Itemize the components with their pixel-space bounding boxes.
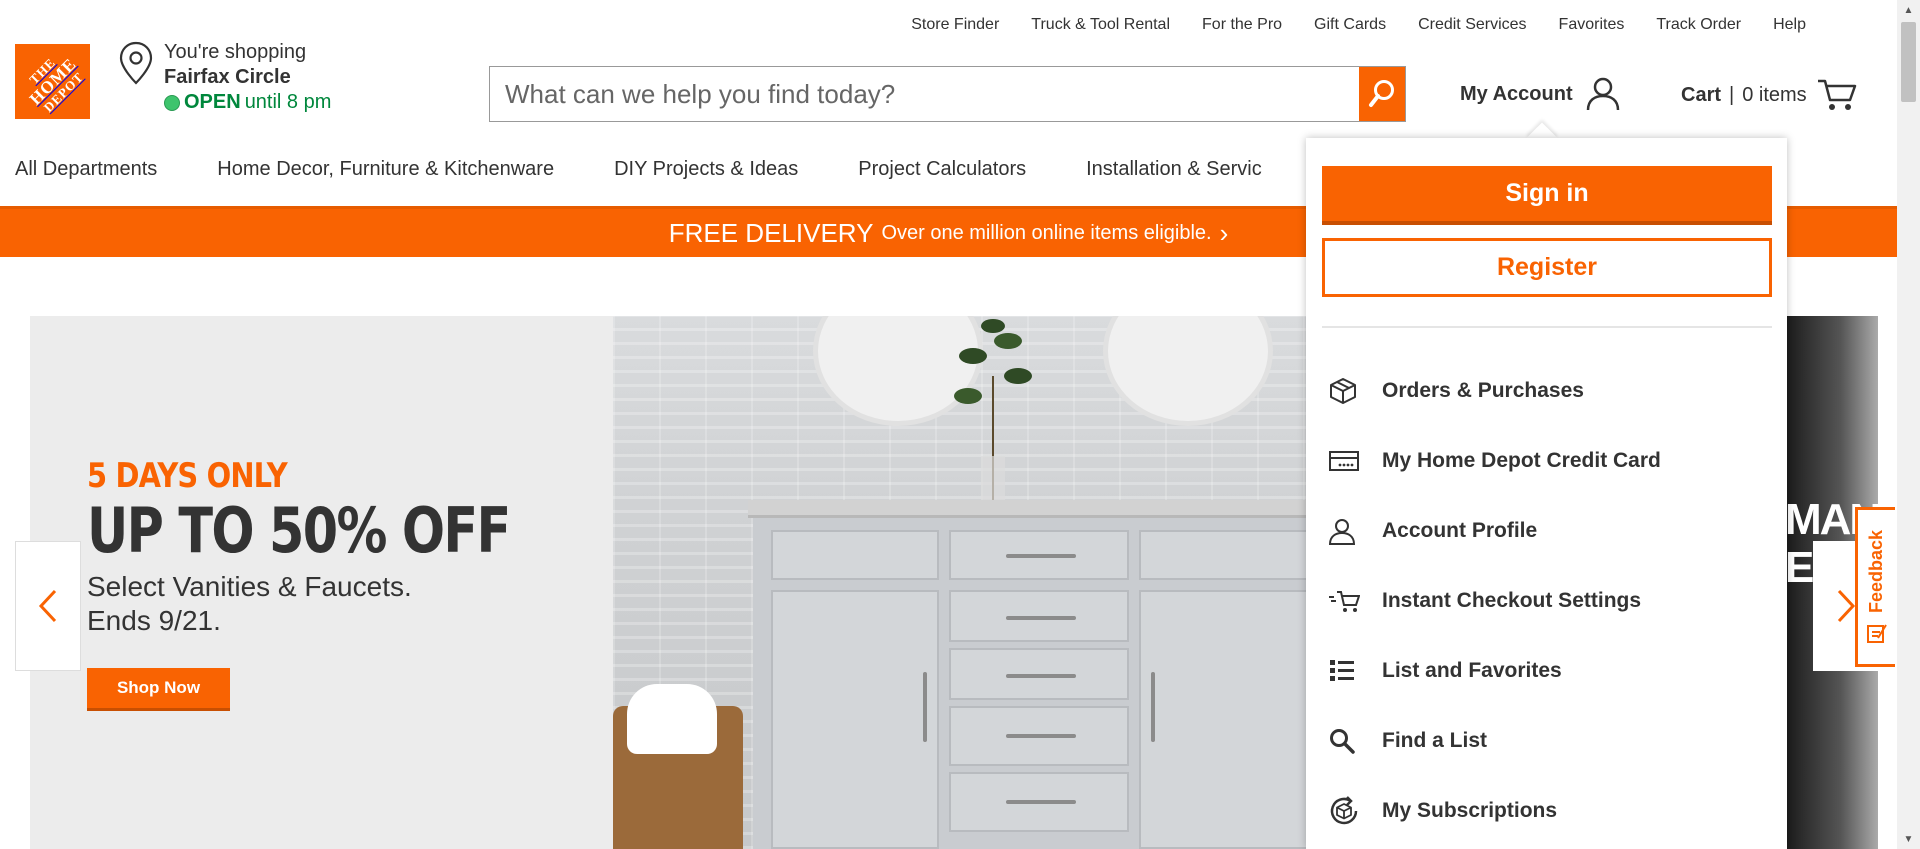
search-input[interactable]: [490, 67, 1359, 121]
main-nav: All Departments Home Decor, Furniture & …: [0, 158, 1277, 181]
credit-card-icon: [1322, 449, 1382, 473]
feedback-icon: [1866, 623, 1887, 643]
cart-label: Cart: [1681, 83, 1722, 106]
dropdown-divider: [1322, 326, 1772, 328]
delivery-detail: Over one million online items eligible.: [881, 221, 1212, 244]
user-icon: [1586, 77, 1619, 111]
hero-kicker: 5 DAYS ONLY: [87, 456, 288, 496]
fast-cart-icon: [1322, 588, 1382, 614]
sign-in-button[interactable]: Sign in: [1322, 166, 1772, 225]
menu-label-list-favorites: List and Favorites: [1382, 659, 1562, 682]
menu-item-credit-card[interactable]: My Home Depot Credit Card: [1322, 426, 1772, 496]
util-for-the-pro[interactable]: For the Pro: [1186, 14, 1298, 36]
location-pin-icon: [119, 41, 153, 85]
search-icon: [1322, 727, 1382, 755]
open-status-icon: [164, 94, 180, 111]
page-scrollbar[interactable]: ▲ ▼: [1897, 0, 1920, 849]
menu-label-instant-checkout: Instant Checkout Settings: [1382, 589, 1642, 612]
my-account-button[interactable]: My Account: [1460, 76, 1621, 112]
cart-button[interactable]: Cart | 0 items: [1681, 78, 1857, 112]
search-button[interactable]: [1359, 67, 1405, 121]
util-store-finder[interactable]: Store Finder: [895, 14, 1015, 36]
menu-item-list-favorites[interactable]: List and Favorites: [1322, 636, 1772, 706]
vanity-cabinet: [753, 518, 1343, 849]
nav-home-decor[interactable]: Home Decor, Furniture & Kitchenware: [202, 158, 569, 181]
hero-subtext-line-2: Ends 9/21.: [87, 605, 221, 636]
menu-item-find-list[interactable]: Find a List: [1322, 706, 1772, 776]
register-button[interactable]: Register: [1322, 238, 1772, 297]
chevron-right-icon: [1837, 589, 1856, 623]
utility-nav: Store Finder Truck & Tool Rental For the…: [895, 14, 1822, 36]
util-truck-tool-rental[interactable]: Truck & Tool Rental: [1015, 14, 1186, 36]
logo-text: THE HOME DEPOT: [17, 46, 88, 117]
store-status: OPEN until 8 pm: [164, 90, 331, 115]
hero-copy: 5 DAYS ONLY UP TO 50% OFF Select Vanitie…: [87, 456, 602, 638]
menu-label-subscriptions: My Subscriptions: [1382, 799, 1558, 822]
my-account-label: My Account: [1460, 82, 1573, 105]
util-credit-services[interactable]: Credit Services: [1402, 14, 1542, 36]
hero-subtext: Select Vanities & Faucets. Ends 9/21.: [87, 570, 487, 638]
store-shopping-label: You're shopping: [164, 41, 307, 63]
cart-icon: [1817, 79, 1856, 110]
carousel-prev-button[interactable]: [15, 541, 81, 671]
menu-item-instant-checkout[interactable]: Instant Checkout Settings: [1322, 566, 1772, 636]
plant-image: [954, 319, 1032, 506]
menu-label-credit-card: My Home Depot Credit Card: [1382, 449, 1661, 472]
cart-count: 0 items: [1742, 83, 1807, 106]
store-open-until: until 8 pm: [244, 91, 332, 113]
delivery-headline: FREE DELIVERY: [668, 217, 874, 248]
menu-item-account-profile[interactable]: Account Profile: [1322, 496, 1772, 566]
util-gift-cards[interactable]: Gift Cards: [1298, 14, 1402, 36]
box-icon: [1322, 377, 1382, 405]
store-name: Fairfax Circle: [164, 66, 291, 88]
chevron-right-icon: ›: [1219, 217, 1229, 248]
menu-label-account-profile: Account Profile: [1382, 519, 1538, 542]
scroll-up-arrow-icon[interactable]: ▲: [1897, 0, 1920, 20]
account-menu: Orders & Purchases My Home Depot Credit …: [1322, 356, 1772, 846]
hero-headline: UP TO 50% OFF: [87, 494, 511, 567]
subscription-icon: [1322, 795, 1382, 827]
menu-item-orders[interactable]: Orders & Purchases: [1322, 356, 1772, 426]
menu-label-find-list: Find a List: [1382, 729, 1487, 752]
store-selector[interactable]: You're shopping Fairfax Circle OPEN unti…: [118, 40, 331, 115]
scroll-down-arrow-icon[interactable]: ▼: [1897, 829, 1920, 849]
user-icon: [1322, 517, 1382, 545]
nav-all-departments[interactable]: All Departments: [0, 158, 172, 181]
menu-item-subscriptions[interactable]: My Subscriptions: [1322, 776, 1772, 846]
store-open-word: OPEN: [184, 91, 241, 113]
nav-diy-projects[interactable]: DIY Projects & Ideas: [599, 158, 813, 181]
vanity-product-image[interactable]: [613, 316, 1343, 849]
menu-label-orders: Orders & Purchases: [1382, 379, 1584, 402]
feedback-tab[interactable]: Feedback: [1855, 507, 1895, 667]
chevron-left-icon: [38, 589, 57, 623]
util-help[interactable]: Help: [1757, 14, 1822, 36]
feedback-label: Feedback: [1866, 530, 1886, 614]
hero-subtext-line-1: Select Vanities & Faucets.: [87, 571, 412, 602]
util-track-order[interactable]: Track Order: [1640, 14, 1757, 36]
util-favorites[interactable]: Favorites: [1543, 14, 1641, 36]
nav-project-calculators[interactable]: Project Calculators: [843, 158, 1041, 181]
store-info: You're shopping Fairfax Circle OPEN unti…: [164, 40, 331, 115]
page: Store Finder Truck & Tool Rental For the…: [0, 0, 1920, 849]
shop-now-button[interactable]: Shop Now: [87, 668, 230, 711]
home-depot-logo[interactable]: THE HOME DEPOT: [15, 44, 90, 119]
account-dropdown: Sign in Register Orders & Purchases My H…: [1306, 138, 1787, 849]
search-icon: [1369, 80, 1394, 107]
countertop: [748, 500, 1343, 518]
towel-image: [627, 684, 717, 754]
scroll-thumb[interactable]: [1901, 22, 1916, 102]
search-bar: [489, 66, 1406, 122]
list-icon: [1322, 658, 1382, 684]
cart-separator: |: [1729, 83, 1735, 106]
nav-installation-services[interactable]: Installation & Servic: [1071, 158, 1277, 181]
